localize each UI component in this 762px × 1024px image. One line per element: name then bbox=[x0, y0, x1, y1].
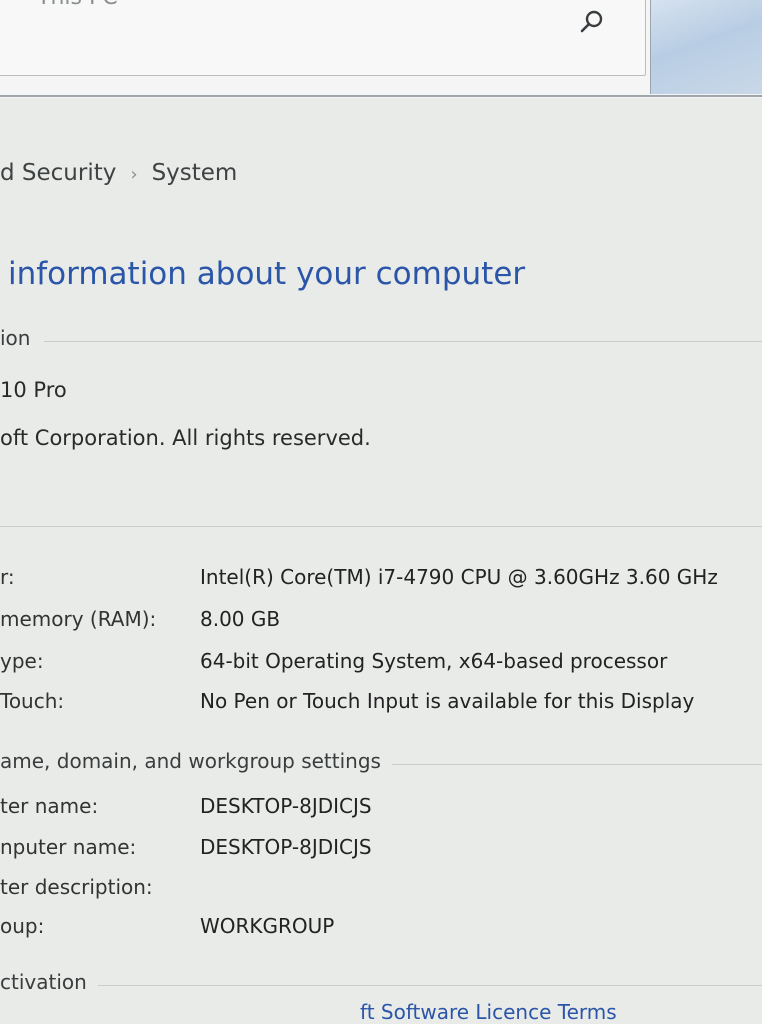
system-type-value: 64-bit Operating System, x64-based proce… bbox=[200, 649, 668, 673]
search-placeholder: This PC bbox=[37, 0, 118, 10]
system-type-label: ype: bbox=[0, 649, 44, 673]
section-divider bbox=[98, 985, 762, 986]
ram-label: memory (RAM): bbox=[0, 607, 157, 631]
chevron-right-icon: › bbox=[130, 164, 138, 185]
workgroup-value: WORKGROUP bbox=[200, 914, 335, 938]
divider bbox=[0, 95, 762, 97]
breadcrumb: d Security › System bbox=[0, 160, 237, 186]
search-icon[interactable] bbox=[579, 9, 605, 35]
license-terms-link[interactable]: ft Software Licence Terms bbox=[360, 1000, 617, 1024]
pen-touch-value: No Pen or Touch Input is available for t… bbox=[200, 689, 695, 713]
page-title: information about your computer bbox=[8, 256, 526, 292]
section-divider bbox=[44, 341, 762, 342]
desktop-wallpaper-edge bbox=[650, 0, 762, 94]
address-bar-area: This PC bbox=[0, 0, 762, 98]
section-divider bbox=[392, 764, 762, 765]
breadcrumb-item-security[interactable]: d Security bbox=[0, 160, 116, 186]
computer-description-label: ter description: bbox=[0, 875, 153, 899]
full-computer-name-value: DESKTOP-8JDICJS bbox=[200, 835, 372, 859]
windows-activation-heading: ctivation bbox=[0, 970, 87, 994]
pen-touch-label: Touch: bbox=[0, 689, 65, 713]
breadcrumb-item-system[interactable]: System bbox=[152, 160, 238, 186]
processor-value: Intel(R) Core(TM) i7-4790 CPU @ 3.60GHz … bbox=[200, 565, 718, 589]
workgroup-label: oup: bbox=[0, 914, 45, 938]
ram-value: 8.00 GB bbox=[200, 607, 281, 631]
computer-name-heading: ame, domain, and workgroup settings bbox=[0, 749, 381, 773]
section-divider bbox=[0, 526, 762, 527]
processor-label: r: bbox=[0, 565, 15, 589]
windows-edition-heading: ion bbox=[0, 326, 31, 350]
computer-name-label: ter name: bbox=[0, 794, 99, 818]
copyright-text: oft Corporation. All rights reserved. bbox=[0, 426, 371, 450]
search-box[interactable]: This PC bbox=[0, 0, 646, 76]
edition-name: 10 Pro bbox=[0, 378, 67, 402]
computer-name-value: DESKTOP-8JDICJS bbox=[200, 794, 372, 818]
full-computer-name-label: nputer name: bbox=[0, 835, 137, 859]
